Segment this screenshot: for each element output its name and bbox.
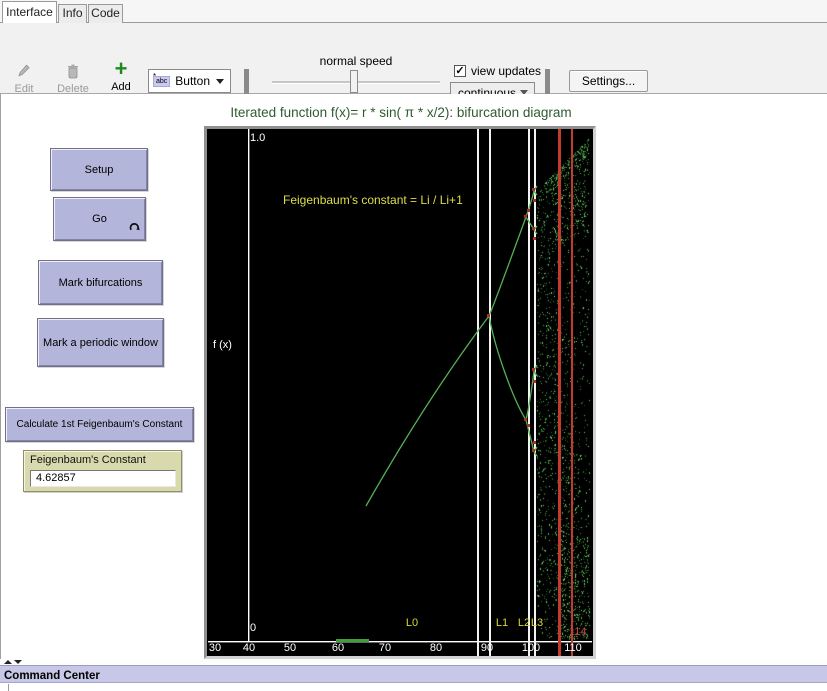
- edit-button[interactable]: Edit: [8, 61, 40, 95]
- setup-button[interactable]: Setup: [50, 148, 148, 191]
- command-center-body[interactable]: [0, 683, 827, 691]
- add-label: Add: [106, 81, 136, 93]
- x-tick-label: 30: [209, 642, 221, 654]
- y-axis-title: f (x): [213, 339, 232, 351]
- toolbar-separator: [545, 69, 550, 94]
- feigenbaum-monitor: Feigenbaum's Constant 4.62857: [23, 450, 182, 492]
- command-caret: [8, 684, 9, 691]
- mark-periodic-window-button[interactable]: Mark a periodic window: [37, 318, 164, 367]
- x-tick-label: 90: [481, 642, 493, 654]
- command-center-title: Command Center: [0, 668, 100, 684]
- tab-info[interactable]: Info: [58, 4, 87, 23]
- y-max-label: 1.0: [250, 132, 265, 144]
- expand-up-icon[interactable]: [4, 660, 12, 664]
- speed-slider-handle[interactable]: [350, 70, 358, 93]
- go-label: Go: [92, 213, 107, 225]
- r-end-label: 114: [569, 626, 587, 638]
- bifurcation-plot: 1.0 0 f (x) Feigenbaum's constant = Li /…: [204, 126, 596, 659]
- plot-area: 1.0 0 f (x) Feigenbaum's constant = Li /…: [208, 129, 592, 656]
- x-tick-label: 70: [379, 642, 391, 654]
- widget-type-dropdown[interactable]: *abc Button: [148, 69, 231, 93]
- toolbar-separator: [244, 69, 249, 94]
- forever-icon: [129, 222, 140, 236]
- plus-icon: +: [106, 59, 136, 79]
- view-updates-checkbox[interactable]: ✓: [454, 65, 466, 77]
- pencil-icon: [8, 61, 40, 81]
- plot-label-layer: 1.0 0 f (x) Feigenbaum's constant = Li /…: [208, 129, 592, 656]
- plot-title: Iterated function f(x)= r * sin( π * x/2…: [204, 105, 598, 120]
- view-updates-checkbox-row: ✓ view updates: [454, 64, 541, 78]
- tab-code[interactable]: Code: [88, 4, 123, 23]
- monitor-value: 4.62857: [30, 470, 176, 487]
- y-min-label: 0: [250, 622, 256, 634]
- feigenbaum-annotation: Feigenbaum's constant = Li / Li+1: [283, 193, 463, 207]
- x-tick-label: 40: [243, 642, 255, 654]
- segment-length-label: L3: [531, 617, 543, 629]
- x-tick-label: 110: [564, 642, 582, 654]
- view-updates-label: view updates: [471, 64, 541, 78]
- widget-type-value: Button: [175, 74, 216, 88]
- abc-widget-icon: *abc: [153, 76, 170, 87]
- delete-button[interactable]: Delete: [53, 61, 93, 95]
- mark-bifurcations-button[interactable]: Mark bifurcations: [38, 260, 163, 305]
- netlogo-window: Interface Info Code Edit Delete + Add *a…: [0, 0, 827, 691]
- segment-length-label: L2: [518, 617, 530, 629]
- monitor-label: Feigenbaum's Constant: [24, 451, 181, 466]
- go-button[interactable]: Go: [53, 197, 146, 241]
- tab-bar: Interface Info Code: [0, 0, 827, 23]
- x-tick-label: 60: [332, 642, 344, 654]
- trash-icon: [53, 61, 93, 81]
- chevron-down-icon: [216, 79, 224, 84]
- settings-button[interactable]: Settings...: [569, 70, 648, 92]
- toolbar: Edit Delete + Add *abc Button normal spe…: [0, 23, 827, 94]
- tab-interface[interactable]: Interface: [2, 1, 57, 23]
- command-center-header[interactable]: Command Center: [0, 665, 827, 683]
- x-tick-label: 80: [430, 642, 442, 654]
- x-tick-label: 50: [284, 642, 296, 654]
- segment-length-label: L1: [496, 617, 508, 629]
- interface-canvas: Setup Go Mark bifurcations Mark a period…: [0, 94, 827, 659]
- speed-slider-label: normal speed: [272, 54, 440, 68]
- segment-length-label: L0: [406, 617, 418, 629]
- calculate-feigenbaum-button[interactable]: Calculate 1st Feigenbaum's Constant: [5, 407, 194, 442]
- x-tick-label: 100: [522, 642, 540, 654]
- collapse-down-icon[interactable]: [14, 660, 22, 664]
- add-button[interactable]: + Add: [106, 59, 136, 93]
